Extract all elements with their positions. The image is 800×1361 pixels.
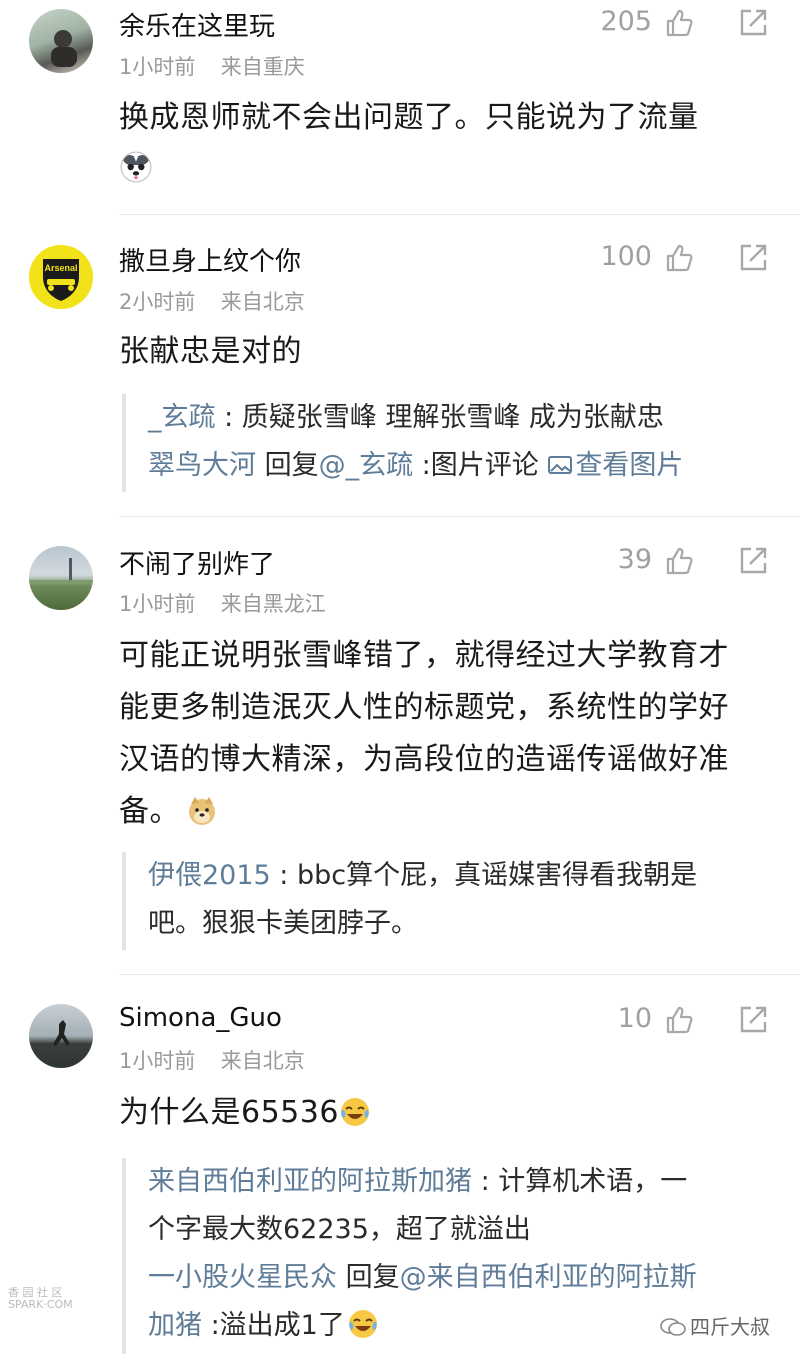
reply-text: 质疑张雪峰 理解张雪峰 成为张献忠 xyxy=(241,402,664,433)
divider xyxy=(119,974,800,975)
timestamp: 1小时前 xyxy=(119,1049,196,1073)
reply-author[interactable]: _玄疏 xyxy=(148,402,216,433)
reply-author[interactable]: 来自西伯利亚的阿拉斯加猪 xyxy=(148,1166,472,1197)
image-icon xyxy=(548,456,573,474)
comment-text: 可能正说明张雪峰错了，就得经过大学教育才 能更多制造泯灭人性的标题党，系统性的学… xyxy=(119,638,729,829)
reply: 伊偎2015 : bbc算个屁，真谣媒害得看我朝是 xyxy=(148,860,698,891)
divider xyxy=(119,516,800,517)
reply-mention[interactable]: @_玄疏 xyxy=(319,450,414,481)
reply-box: _玄疏 : 质疑张雪峰 理解张雪峰 成为张献忠 翠鸟大河 回复@_玄疏 :图片评… xyxy=(122,394,800,492)
username[interactable]: 余乐在这里玩 xyxy=(119,6,275,43)
avatar[interactable] xyxy=(29,9,93,73)
location: 来自北京 xyxy=(220,1049,305,1073)
laughing-crying-emoji-icon xyxy=(340,1098,369,1126)
avatar[interactable] xyxy=(29,546,93,610)
like-count: 100 xyxy=(600,241,652,272)
location: 来自重庆 xyxy=(220,55,305,79)
reply-box: 伊偎2015 : bbc算个屁，真谣媒害得看我朝是 吧。狠狠卡美团脖子。 xyxy=(122,852,800,950)
avatar[interactable]: Arsenal xyxy=(29,245,93,309)
reply: 翠鸟大河 回复@_玄疏 :图片评论 查看图片 xyxy=(148,450,684,481)
doge-emoji-icon xyxy=(189,797,215,825)
share-icon[interactable] xyxy=(737,545,769,577)
avatar-label: Arsenal xyxy=(44,263,77,273)
husky-emoji-icon xyxy=(120,151,152,183)
reply-text: :溢出成1了 xyxy=(202,1310,345,1341)
share-icon[interactable] xyxy=(737,242,769,274)
comment-text: 张献忠是对的 xyxy=(119,334,302,369)
username[interactable]: 撒旦身上纹个你 xyxy=(119,241,301,278)
comment-meta: 1小时前 来自黑龙江 xyxy=(119,588,326,618)
like-count: 205 xyxy=(600,6,652,37)
reply-author[interactable]: 伊偎2015 xyxy=(148,860,271,891)
reply-text-cont: 个字最大数62235，超了就溢出 xyxy=(148,1214,531,1245)
reply-author[interactable]: 翠鸟大河 xyxy=(148,450,256,481)
username[interactable]: 不闹了别炸了 xyxy=(119,544,275,581)
avatar[interactable] xyxy=(29,1004,93,1068)
reply-mention[interactable]: @来自西伯利亚的阿拉斯 xyxy=(400,1262,697,1293)
avatar-silhouette-icon xyxy=(53,1020,70,1046)
username[interactable]: Simona_Guo xyxy=(119,1003,282,1033)
thumbs-up-icon[interactable] xyxy=(665,243,695,273)
reply-mention-cont[interactable]: 加猪 xyxy=(148,1310,202,1341)
like-count: 10 xyxy=(617,1003,652,1034)
location: 来自黑龙江 xyxy=(220,592,326,616)
comment-text: 换成恩师就不会出问题了。只能说为了流量 xyxy=(119,92,779,194)
timestamp: 1小时前 xyxy=(119,592,196,616)
thumbs-up-icon[interactable] xyxy=(665,546,695,576)
reply-text: bbc算个屁，真谣媒害得看我朝是 xyxy=(296,860,698,891)
watermark-left: 香 园 社 区 SPARK·COM xyxy=(8,1286,73,1311)
watermark-right: 四斤大叔 xyxy=(660,1311,770,1340)
share-icon[interactable] xyxy=(737,1004,769,1036)
laughing-crying-emoji-icon xyxy=(348,1310,377,1338)
reply: _玄疏 : 质疑张雪峰 理解张雪峰 成为张献忠 xyxy=(148,402,664,433)
thumbs-up-icon[interactable] xyxy=(665,8,695,38)
avatar-landscape-icon xyxy=(29,558,93,584)
reply-text-cont: 吧。狠狠卡美团脖子。 xyxy=(148,908,418,939)
wechat-icon xyxy=(660,1318,686,1336)
thumbs-up-icon[interactable] xyxy=(665,1005,695,1035)
timestamp: 1小时前 xyxy=(119,55,196,79)
comment-meta: 2小时前 来自北京 xyxy=(119,286,305,316)
reply-author[interactable]: 一小股火星民众 xyxy=(148,1262,337,1293)
divider xyxy=(119,214,800,215)
reply: 来自西伯利亚的阿拉斯加猪 : 计算机术语，一 xyxy=(148,1166,688,1197)
like-count: 39 xyxy=(617,544,652,575)
reply-text: :图片评论 xyxy=(413,450,548,481)
reply-text: 计算机术语，一 xyxy=(498,1166,688,1197)
arsenal-badge-icon: Arsenal xyxy=(29,245,93,309)
avatar-photo-icon xyxy=(51,30,77,67)
location: 来自北京 xyxy=(220,290,305,314)
view-image-link[interactable]: 查看图片 xyxy=(547,450,683,481)
timestamp: 2小时前 xyxy=(119,290,196,314)
reply: 一小股火星民众 回复@来自西伯利亚的阿拉斯 xyxy=(148,1262,697,1293)
comment-meta: 1小时前 来自重庆 xyxy=(119,51,305,81)
share-icon[interactable] xyxy=(737,7,769,39)
comment-meta: 1小时前 来自北京 xyxy=(119,1045,305,1075)
comment-text: 为什么是65536 xyxy=(119,1087,779,1138)
